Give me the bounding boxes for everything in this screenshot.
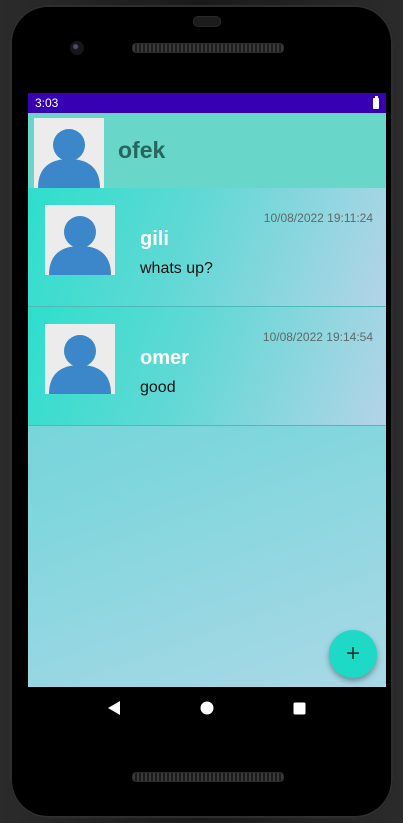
back-triangle-icon[interactable] xyxy=(104,698,124,718)
add-chat-button[interactable]: + xyxy=(329,630,377,678)
system-navigation-bar xyxy=(28,687,386,729)
front-camera xyxy=(70,41,84,55)
contact-name: omer xyxy=(140,347,189,369)
status-bar: 3:03 xyxy=(28,93,386,113)
contact-name: gili xyxy=(140,228,169,250)
last-message: good xyxy=(140,379,176,396)
battery-icon xyxy=(373,95,379,109)
recents-square-icon[interactable] xyxy=(290,698,310,718)
app-screen: 3:03 ofek 10/08/2022 19:11:24 gili whats… xyxy=(28,93,386,687)
status-time: 3:03 xyxy=(35,96,59,110)
chat-list-item-gili[interactable]: 10/08/2022 19:11:24 gili whats up? xyxy=(28,188,386,307)
contact-avatar-icon xyxy=(45,205,115,275)
chat-timestamp: 10/08/2022 19:11:24 xyxy=(263,211,373,225)
top-speaker-grille xyxy=(132,43,284,53)
current-user-avatar-icon[interactable] xyxy=(34,118,104,188)
current-user-name: ofek xyxy=(118,137,166,163)
last-message: whats up? xyxy=(140,260,213,277)
app-header: ofek xyxy=(28,113,386,188)
phone-device: 3:03 ofek 10/08/2022 19:11:24 gili whats… xyxy=(0,0,403,823)
chat-timestamp: 10/08/2022 19:14:54 xyxy=(262,330,373,344)
home-circle-icon[interactable] xyxy=(197,698,217,718)
contact-avatar-icon xyxy=(45,324,115,394)
add-icon: + xyxy=(345,640,360,667)
earpiece xyxy=(193,16,221,27)
chat-list-item-omer[interactable]: 10/08/2022 19:14:54 omer good xyxy=(28,307,386,426)
bottom-speaker-grille xyxy=(132,772,284,782)
